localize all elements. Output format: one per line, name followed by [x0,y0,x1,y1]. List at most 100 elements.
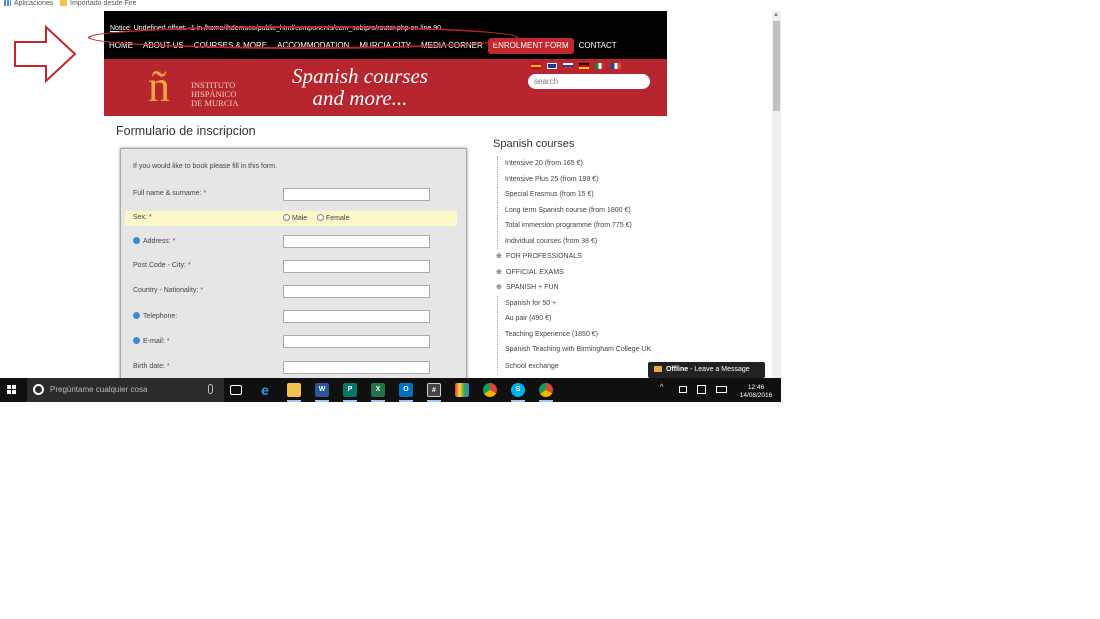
sidebar-group-professionals[interactable]: ⊕ FOR PROFESSIONALS [493,249,653,265]
annotation-ellipse [88,26,518,49]
notification-icon[interactable] [697,385,706,394]
apps-grid-icon [4,0,11,6]
language-flags [531,63,621,69]
logo-mark[interactable]: ñ [148,65,170,109]
form-intro: If you would like to book please fill in… [133,163,277,170]
microphone-icon[interactable] [208,384,213,394]
chat-status: Offline [666,366,689,373]
logo-text[interactable]: INSTITUTO HISPÁNICO DE MURCIA [191,81,238,108]
sidebar-item-school-exchange[interactable]: School exchange [493,358,653,375]
bookmark-apps[interactable]: Aplicaciones [4,0,53,11]
sidebar-item-total-immersion[interactable]: Total immersion programme (from 775 €) [493,218,653,234]
bookmark-imported[interactable]: Importado desde Fire [60,0,137,11]
sidebar-group-label: SPANISH + FUN [506,284,559,291]
sidebar-item-spanish-50[interactable]: Spanish for 50 + [493,295,653,312]
field-label: Telephone: [143,313,178,320]
excel-icon[interactable]: X [371,383,385,397]
banner-slogan: Spanish courses and more... [280,65,440,109]
expand-plus-icon: ⊕ [496,284,502,291]
page-scrollbar[interactable]: ▲ [772,11,781,378]
post-code-city-input[interactable] [283,260,430,273]
task-view-icon[interactable] [230,385,242,395]
outlook-icon[interactable]: O [399,383,413,397]
radio-circle-icon [283,214,290,221]
sidebar-group-official-exams[interactable]: ⊕ OFFICIAL EXAMS [493,265,653,281]
required-mark: * [148,214,152,221]
required-mark: * [166,338,170,345]
site-search-input[interactable] [528,74,650,89]
chrome-profile-icon[interactable] [539,383,553,397]
edge-icon[interactable]: e [258,383,272,397]
sex-male-radio[interactable]: Male [283,214,307,222]
field-label: Post Code - City: [133,262,186,269]
chevron-up-icon[interactable]: ^ [660,384,663,391]
taskbar-clock[interactable]: 12:46 14/08/2016 [738,384,774,400]
sidebar-item-au-pair[interactable]: Au pair (490 €) [493,311,653,327]
cortana-ring-icon [33,384,44,395]
sidebar-item-individual[interactable]: Individual courses (from 38 €) [493,233,653,250]
uk-flag-icon[interactable] [547,63,557,69]
battery-icon[interactable] [679,386,687,393]
windows-taskbar: Pregúntame cualquier cosa e W P X O # S … [0,378,781,402]
globe-icon [133,312,140,319]
field-label: Address: [143,238,171,245]
sidebar-item-teaching-experience[interactable]: Teaching Experience (1850 €) [493,326,653,343]
ru-flag-icon[interactable] [563,63,573,69]
sex-male-label: Male [292,215,308,222]
sidebar-group-label: FOR PROFESSIONALS [506,253,582,260]
required-mark: * [203,190,207,197]
field-email: E-mail: * [125,334,457,349]
clock-time: 12:46 [747,384,765,391]
file-explorer-icon[interactable] [287,383,301,397]
address-input[interactable] [283,235,430,248]
chat-widget[interactable]: Offline - Leave a Message [648,362,765,378]
field-sex: Sex: * Male Female [125,211,457,226]
sidebar-group-spanish-fun[interactable]: ⊕ SPANISH + FUN [493,280,653,296]
sex-female-label: Female [326,215,350,222]
de-flag-icon[interactable] [579,63,589,69]
sidebar-item-intensive-20[interactable]: Intensive 20 (from 165 €) [493,156,653,172]
publisher-icon[interactable]: P [343,383,357,397]
es-flag-icon[interactable] [531,63,541,69]
country-nationality-input[interactable] [283,285,430,298]
field-label: Country - Nationality: [133,287,199,294]
scrollbar-thumb[interactable] [773,21,780,111]
telephone-input[interactable] [283,310,430,323]
enrolment-form: If you would like to book please fill in… [120,148,467,398]
radio-circle-icon [317,214,324,221]
field-telephone: Telephone: [125,309,457,324]
windows-start-icon[interactable] [7,385,17,395]
fr-flag-icon[interactable] [611,63,621,69]
sex-female-radio[interactable]: Female [317,214,349,222]
field-label: Birth date: [133,363,165,370]
annotation-arrow-icon [14,24,77,84]
it-flag-icon[interactable] [595,63,605,69]
full-name-input[interactable] [283,188,430,201]
keyboard-icon[interactable] [716,386,727,393]
sidebar-item-long-term[interactable]: Long term Spanish course (from 1800 €) [493,202,653,219]
sidebar-item-special-erasmus[interactable]: Special Erasmus (from 15 €) [493,187,653,203]
sidebar-title: Spanish courses [493,138,575,150]
globe-icon [133,337,140,344]
field-label: Full name & surname: [133,190,202,197]
sidebar-item-intensive-plus-25[interactable]: Intensive Plus 25 (from 199 €) [493,171,653,188]
skype-icon[interactable]: S [511,383,525,397]
required-mark: * [187,262,191,269]
cortana-search-box[interactable]: Pregúntame cualquier cosa [27,378,224,402]
nav-contact[interactable]: CONTACT [574,38,622,54]
browser-viewport: Notice: Undefined offset: -1 in /home/ih… [0,11,772,398]
chrome-icon[interactable] [483,383,497,397]
sidebar-item-birmingham[interactable]: Spanish Teaching with Birmingham College… [493,342,653,359]
word-icon[interactable]: W [315,383,329,397]
field-post-code-city: Post Code - City: * [125,259,457,274]
scroll-up-arrow-icon[interactable]: ▲ [773,12,779,18]
field-full-name: Full name & surname: * [125,187,457,202]
calculator-icon[interactable]: # [427,383,441,397]
app-grid-icon[interactable] [455,383,469,397]
site-banner: ñ INSTITUTO HISPÁNICO DE MURCIA Spanish … [104,59,667,116]
email-input[interactable] [283,335,430,348]
birth-date-input[interactable] [283,361,430,374]
expand-plus-icon: ⊕ [496,268,502,276]
chat-message: - Leave a Message [688,366,750,373]
slogan-line-2: and more... [312,86,408,110]
